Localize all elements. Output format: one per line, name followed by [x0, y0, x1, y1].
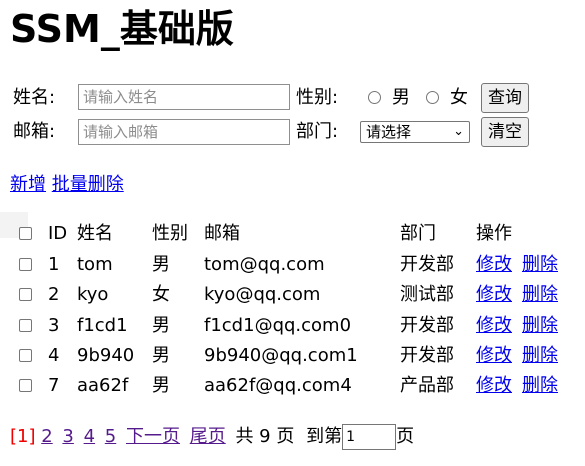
delete-link[interactable]: 删除	[522, 253, 558, 277]
row-id: 7	[48, 375, 60, 396]
edit-link[interactable]: 修改	[476, 283, 512, 307]
action-links: 新增 批量删除	[10, 173, 124, 197]
dept-label: 部门:	[296, 121, 339, 142]
row-gender: 男	[152, 315, 170, 336]
pager-page[interactable]: 4	[84, 426, 95, 447]
edit-link[interactable]: 修改	[476, 344, 512, 368]
name-label: 姓名:	[13, 87, 56, 108]
row-name: tom	[77, 254, 113, 275]
dept-select[interactable]: 请选择 ⌄	[360, 121, 470, 143]
row-dept: 开发部	[400, 254, 454, 275]
row-id: 4	[48, 345, 60, 366]
row-dept: 开发部	[400, 345, 454, 366]
header-id: ID	[48, 223, 68, 244]
row-dept: 测试部	[400, 284, 454, 305]
row-email: aa62f@qq.com4	[204, 375, 352, 396]
row-name: 9b940	[77, 345, 135, 366]
row-email: 9b940@qq.com1	[204, 345, 358, 366]
pager-last[interactable]: 尾页	[190, 426, 226, 447]
chevron-down-icon: ⌄	[453, 124, 464, 139]
email-label: 邮箱:	[13, 121, 56, 142]
row-email: tom@qq.com	[204, 254, 325, 275]
row-dept: 开发部	[400, 315, 454, 336]
delete-link[interactable]: 删除	[522, 344, 558, 368]
edit-link[interactable]: 修改	[476, 374, 512, 398]
delete-link[interactable]: 删除	[522, 314, 558, 338]
row-dept: 产品部	[400, 375, 454, 396]
clear-button[interactable]: 清空	[481, 117, 529, 147]
gender-label: 性别:	[296, 87, 339, 108]
row-email: kyo@qq.com	[204, 284, 321, 305]
row-checkbox[interactable]	[19, 258, 32, 271]
gender-male-radio[interactable]	[368, 91, 381, 104]
row-gender: 男	[152, 375, 170, 396]
gender-female-radio[interactable]	[426, 91, 439, 104]
dept-select-value: 请选择	[366, 123, 412, 141]
add-link[interactable]: 新增	[10, 174, 46, 195]
row-checkbox[interactable]	[19, 319, 32, 332]
select-all-checkbox[interactable]	[19, 227, 32, 240]
header-name: 姓名	[77, 223, 113, 244]
pager-total: 共 9 页	[235, 426, 295, 447]
name-input[interactable]	[78, 84, 290, 110]
page-title: SSM_基础版	[10, 7, 234, 51]
pager-current: [1]	[10, 426, 36, 447]
row-id: 3	[48, 315, 60, 336]
delete-link[interactable]: 删除	[522, 283, 558, 307]
edit-link[interactable]: 修改	[476, 314, 512, 338]
row-id: 2	[48, 284, 60, 305]
row-id: 1	[48, 254, 60, 275]
header-ops: 操作	[476, 223, 512, 244]
row-gender: 男	[152, 254, 170, 275]
row-checkbox[interactable]	[19, 288, 32, 301]
header-gender: 性别	[152, 223, 188, 244]
row-checkbox[interactable]	[19, 379, 32, 392]
gender-male-label: 男	[392, 87, 410, 108]
pager-page[interactable]: 2	[41, 426, 52, 447]
header-email: 邮箱	[204, 223, 240, 244]
pager-page[interactable]: 5	[105, 426, 116, 447]
query-button[interactable]: 查询	[481, 83, 529, 113]
batch-delete-link[interactable]: 批量删除	[52, 174, 124, 195]
row-name: f1cd1	[77, 315, 128, 336]
email-input[interactable]	[78, 119, 290, 145]
edit-link[interactable]: 修改	[476, 253, 512, 277]
pager-page[interactable]: 3	[62, 426, 73, 447]
goto-prefix: 到第	[306, 426, 343, 447]
row-email: f1cd1@qq.com0	[204, 315, 352, 336]
goto-suffix: 页	[396, 426, 415, 447]
gender-female-label: 女	[450, 87, 468, 108]
row-name: aa62f	[77, 375, 129, 396]
row-gender: 女	[152, 284, 170, 305]
header-dept: 部门	[400, 223, 436, 244]
pager-next[interactable]: 下一页	[126, 426, 180, 447]
delete-link[interactable]: 删除	[522, 374, 558, 398]
pagination: [1] 2 3 4 5 下一页 尾页 共 9 页 到第 页	[10, 424, 414, 450]
row-gender: 男	[152, 345, 170, 366]
goto-page-input[interactable]	[342, 424, 397, 450]
row-checkbox[interactable]	[19, 349, 32, 362]
row-name: kyo	[77, 284, 109, 305]
